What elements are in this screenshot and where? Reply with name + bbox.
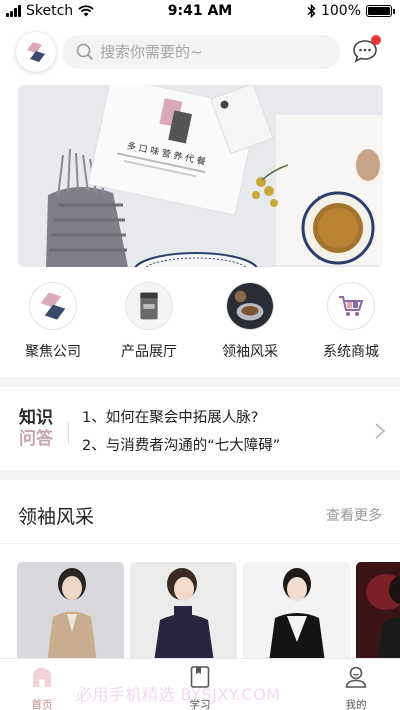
section-divider xyxy=(0,470,400,480)
qa-separator xyxy=(68,422,69,444)
leaders-section-header: 领袖风采 查看更多 xyxy=(0,490,400,540)
leader-gallery xyxy=(17,562,400,662)
category-grid: 聚焦公司 产品展厅 领袖风采 系统商城 xyxy=(0,282,400,364)
section-line xyxy=(0,543,400,544)
search-bar[interactable] xyxy=(62,35,340,69)
home-icon xyxy=(33,667,51,687)
qa-logo: 知识 问答 xyxy=(19,408,59,450)
qa-item[interactable]: 1、如何在聚会中拓展人脉? xyxy=(82,404,280,432)
search-icon xyxy=(76,43,94,61)
header xyxy=(0,32,400,74)
battery-icon xyxy=(366,5,395,17)
brand-logo-icon xyxy=(29,282,77,330)
brand-logo-icon xyxy=(27,42,45,62)
section-title: 领袖风采 xyxy=(18,506,95,528)
see-more-link[interactable]: 查看更多 xyxy=(326,505,382,525)
status-right: 100% xyxy=(307,3,395,19)
battery-fill xyxy=(368,7,390,15)
qa-list: 1、如何在聚会中拓展人脉? 2、与消费者沟通的“七大障碍” xyxy=(82,404,280,460)
qa-logo-line1: 知识 xyxy=(19,408,53,428)
book-icon xyxy=(190,666,210,688)
app-screen: Sketch 9:41 AM 100% 搜索你需要的~ 多 口 味 营 养 代 … xyxy=(0,0,400,710)
category-item-company[interactable]: 聚焦公司 xyxy=(8,282,98,361)
search-input[interactable] xyxy=(100,43,320,61)
category-label: 系统商城 xyxy=(323,344,379,360)
unread-badge xyxy=(371,35,381,45)
tab-home[interactable]: 首页 xyxy=(12,665,72,710)
tab-label: 首页 xyxy=(31,699,53,710)
category-label: 产品展厅 xyxy=(121,344,177,360)
section-divider xyxy=(0,377,400,387)
tab-study[interactable]: 学习 xyxy=(170,665,230,710)
category-item-mall[interactable]: 系统商城 xyxy=(306,282,396,361)
leader-portrait-image xyxy=(226,282,274,330)
leader-photo xyxy=(356,562,400,662)
banner-image: 多 口 味 营 养 代 餐 FOLK xyxy=(18,85,383,267)
product-package-image xyxy=(125,282,173,330)
leader-card[interactable] xyxy=(130,562,237,662)
leader-photo xyxy=(130,562,237,662)
qa-item[interactable]: 2、与消费者沟通的“七大障碍” xyxy=(82,432,280,460)
category-item-leaders[interactable]: 领袖风采 xyxy=(205,282,295,361)
tab-label: 学习 xyxy=(189,699,211,710)
message-button[interactable] xyxy=(352,35,382,68)
status-bar: Sketch 9:41 AM 100% xyxy=(0,0,400,22)
bottom-tab-bar: 首页 学习 我的 xyxy=(0,658,400,710)
knowledge-qa-panel[interactable]: 知识 问答 1、如何在聚会中拓展人脉? 2、与消费者沟通的“七大障碍” xyxy=(0,388,400,476)
brand-logo-button[interactable] xyxy=(16,32,56,72)
chevron-right-icon[interactable] xyxy=(374,422,386,440)
bluetooth-icon xyxy=(307,4,316,18)
category-label: 聚焦公司 xyxy=(25,344,81,360)
battery-percent: 100% xyxy=(320,3,361,19)
leader-photo xyxy=(17,562,124,662)
profile-icon xyxy=(345,666,367,688)
promo-banner[interactable]: 多 口 味 营 养 代 餐 FOLK xyxy=(18,85,383,267)
qa-logo-line2: 问答 xyxy=(19,429,53,449)
tab-label: 我的 xyxy=(345,699,367,710)
leader-card[interactable] xyxy=(356,562,400,662)
tab-profile[interactable]: 我的 xyxy=(326,665,386,710)
leader-card[interactable] xyxy=(243,562,350,662)
shopping-cart-icon xyxy=(327,282,375,330)
category-item-products[interactable]: 产品展厅 xyxy=(104,282,194,361)
leader-card[interactable] xyxy=(17,562,124,662)
leader-photo xyxy=(243,562,350,662)
category-label: 领袖风采 xyxy=(222,344,278,360)
